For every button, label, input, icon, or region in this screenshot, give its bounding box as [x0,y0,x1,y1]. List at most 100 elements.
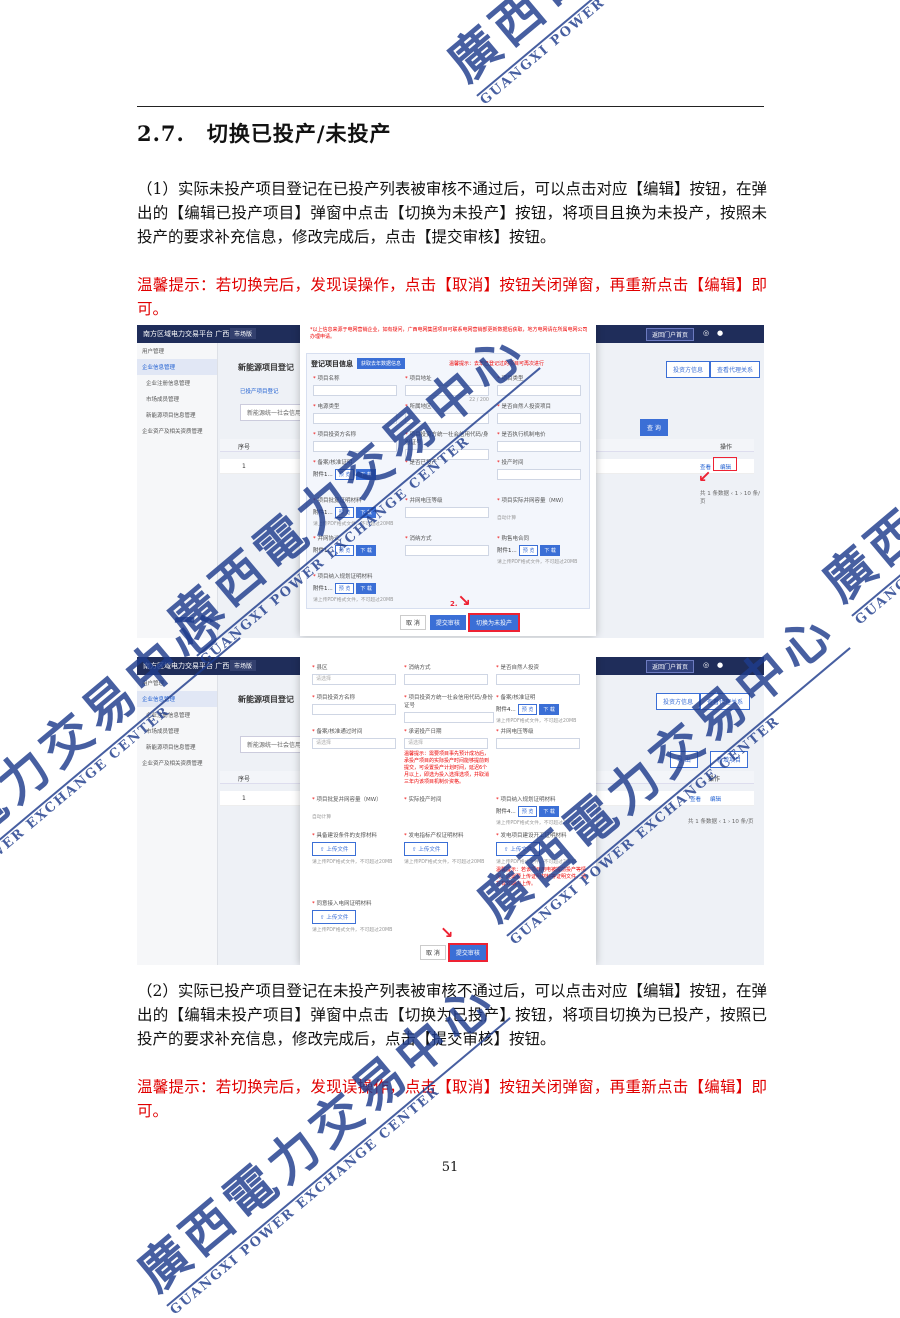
portal-button[interactable]: 返回门户首页 [645,328,694,341]
sidebar-item-company[interactable]: 企业信息管理 [137,691,217,707]
volt-select[interactable] [496,738,580,749]
download-button[interactable]: 下 载 [356,583,376,594]
field-direct: 是否自然人投资项目 [497,402,581,424]
view-link[interactable]: 查看 [690,795,701,803]
pager[interactable]: 共 1 条数据 ‹ 1 › 10 条/页 [688,817,754,825]
field-build: 发电项目建设开工证明材料⇧ 上传文件请上传PDF格式文件，不可超过20MB 温馨… [496,831,588,888]
fetch-button[interactable]: 获取去年数据信息 [357,358,406,369]
app-brand: 南方区域电力交易平台 广西 [143,330,230,338]
watermark-seal: 廣西電力交易中心GUANGXI POWER EXCHANGE CENTER [430,0,830,108]
investor-input[interactable] [312,704,396,715]
section-title: 登记项目信息 [311,360,353,368]
page-title: 新能源项目登记 [238,363,294,372]
query-button[interactable]: 查 询 [640,419,668,436]
download-button[interactable]: 下 载 [356,507,376,518]
upload-button[interactable]: ⇧ 上传文件 [312,842,357,856]
name-input[interactable] [313,385,397,396]
user-icon[interactable]: ● [716,661,724,669]
agency-button[interactable]: 查看代理关系 [700,693,751,710]
area-select[interactable]: 请选择 [312,674,396,685]
sidebar: 用户管理 企业信息管理 企业注册信息管理 市场成员管理 新能源项目信息管理 企业… [137,675,218,965]
way-select[interactable] [404,674,488,685]
preview-button[interactable]: 预 览 [334,507,355,518]
tip-1: 温馨提示：若切换完后，发现误操作，点击【取消】按钮关闭弹窗，再重新点击【编辑】即… [137,276,767,318]
investor-info-button[interactable]: 投资方信息 [656,693,701,710]
section-title: 切换已投产/未投产 [206,121,392,146]
region-select[interactable] [313,413,397,424]
row-index: 1 [242,463,246,470]
exec-select[interactable] [497,441,581,452]
preview-button[interactable]: 预 览 [334,583,355,594]
bell-icon[interactable]: ◎ [702,329,710,337]
preview-button[interactable]: 预 览 [334,545,355,556]
export-button[interactable]: 导 出 [670,751,698,768]
sidebar-item-register[interactable]: 企业注册信息管理 [137,707,217,723]
submit-button[interactable]: 提交审核 [447,943,488,962]
field-cap: 项目实际并网容量（MW）自动计算 [497,496,581,521]
upload-button[interactable]: ⇧ 上传文件 [404,842,449,856]
preview-button[interactable]: 预 览 [334,469,355,480]
type-select[interactable] [497,385,581,396]
bell-icon[interactable]: ◎ [702,661,710,669]
download-button[interactable]: 下 载 [539,704,559,715]
sidebar-item-members[interactable]: 市场成员管理 [137,723,217,739]
upload-button[interactable]: ⇧ 上传文件 [312,910,357,924]
user-icon[interactable]: ● [716,329,724,337]
portal-button[interactable]: 返回门户首页 [645,660,694,673]
commit-date-input[interactable] [497,469,581,480]
add-project-button[interactable]: 新增项目 [710,751,749,768]
direct-select[interactable] [496,674,580,685]
certdate-input[interactable]: 请选择 [312,738,396,749]
preview-button[interactable]: 预 览 [518,545,539,556]
download-button[interactable]: 下 载 [540,545,560,556]
download-button[interactable]: 下 载 [356,469,376,480]
cancel-button[interactable]: 取 消 [420,945,446,960]
section-hint: 温馨提示：去年已登记过的项目可再次进行 [449,361,545,367]
addr-input[interactable] [405,385,489,396]
pager[interactable]: 共 1 条数据 ‹ 1 › 10 条/页 [700,489,764,505]
edit-link[interactable]: 编辑 [710,795,721,803]
way-select[interactable] [405,545,489,556]
field-area: 县区请选择 [312,663,396,685]
download-button[interactable]: 下 载 [356,545,376,556]
download-button[interactable]: 下 载 [539,806,559,817]
preview-button[interactable]: 预 览 [517,806,538,817]
field-way: 消纳方式 [405,534,489,556]
code-input[interactable] [313,441,397,452]
col-index: 序号 [238,444,251,451]
sidebar-item-company[interactable]: 企业信息管理 [137,359,217,375]
investor-info-button[interactable]: 投资方信息 [666,361,711,378]
sidebar-item-members[interactable]: 市场成员管理 [137,391,217,407]
field-investor: 项目投资方名称 [312,693,396,715]
sidebar: 用户管理 企业信息管理 企业注册信息管理 市场成员管理 新能源项目信息管理 企业… [137,343,218,638]
plandate-input[interactable]: 请选择 [404,738,488,749]
credit-input[interactable] [404,712,494,723]
agency-button[interactable]: 查看代理关系 [710,361,761,378]
switch-unproduced-button[interactable]: 切换为未投产 [467,613,520,632]
edit-highlight [713,457,737,471]
cancel-button[interactable]: 取 消 [400,615,426,630]
sidebar-item-projects[interactable]: 新能源项目信息管理 [137,407,217,423]
sidebar-item-users[interactable]: 用户管理 [137,343,217,359]
field-volt: 并网电压等级 [496,727,580,749]
modal-footer: 取 消提交审核 [420,943,490,962]
field-certdate: 备案/核准通过时间请选择 [312,727,396,749]
area-select[interactable] [405,413,489,424]
section-number: 2.7. [137,121,185,146]
sidebar-item-users[interactable]: 用户管理 [137,675,217,691]
volt-select[interactable] [405,507,489,518]
field-agree: 同意接入电网证明材料⇧ 上传文件请上传PDF格式文件，不可超过20MB [312,899,400,933]
sidebar-item-assets[interactable]: 企业资产及相关资质管理 [137,423,217,439]
upload-button[interactable]: ⇧ 上传文件 [496,842,541,856]
sidebar-item-assets[interactable]: 企业资产及相关资质管理 [137,755,217,771]
preview-button[interactable]: 预 览 [517,704,538,715]
submit-button[interactable]: 提交审核 [429,615,466,630]
build-warn: 温馨提示：若该项目用电被提前投产等情况，还需要上传证明材料等证明文件，请在有效期… [496,867,587,887]
field-actual: 实际投产时间 [404,795,488,803]
sidebar-item-register[interactable]: 企业注册信息管理 [137,375,217,391]
tab-commissioned[interactable]: 已投产项目登记 [240,387,279,395]
direct-select[interactable] [497,413,581,424]
field-cert: 备案/核准证明 附件4...预 览下 载 请上传PDF格式文件，不可超过20MB [496,693,588,724]
page-title: 新能源项目登记 [238,695,294,704]
sidebar-item-projects[interactable]: 新能源项目信息管理 [137,739,217,755]
